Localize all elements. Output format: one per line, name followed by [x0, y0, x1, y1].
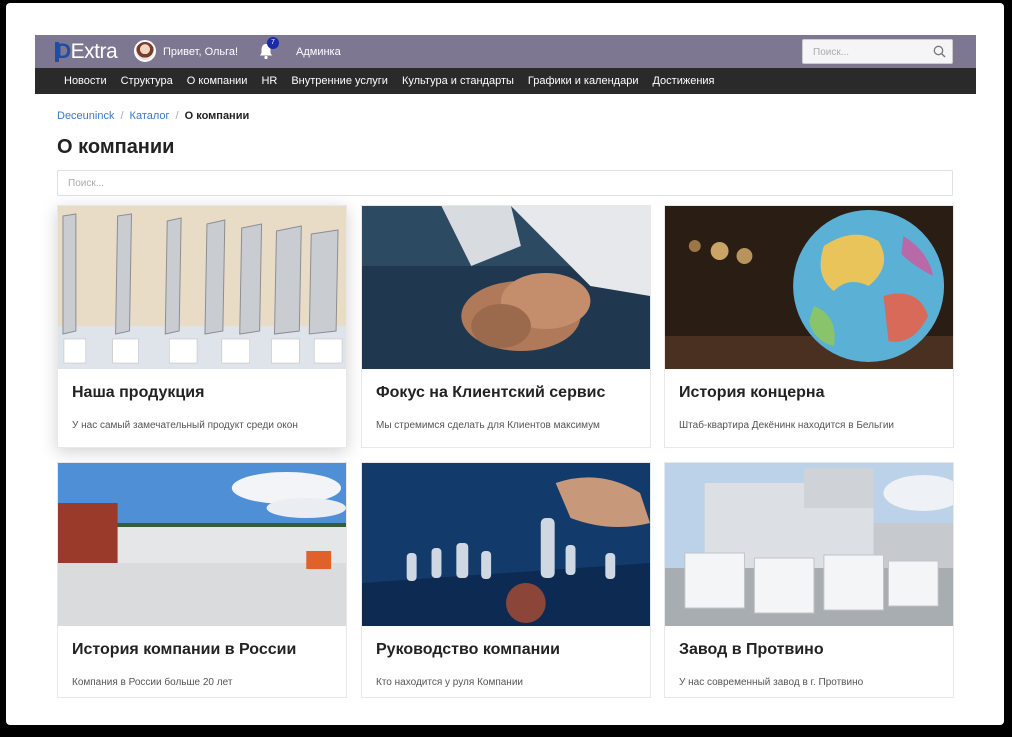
warehouse-image [665, 463, 953, 626]
card-description: У нас современный завод в г. Протвино [679, 677, 864, 688]
browser-frame: DExtra Привет, Ольга! 7 Админка Поиск...… [6, 3, 1004, 725]
catalog-search-input[interactable]: Поиск... [57, 170, 953, 196]
breadcrumb-separator: / [120, 110, 124, 122]
search-icon[interactable] [933, 45, 946, 58]
card-title[interactable]: Наша продукция [72, 384, 204, 402]
card-description: Мы стремимся сделать для Клиентов максим… [376, 420, 600, 431]
breadcrumb-link-deceuninck[interactable]: Deceuninck [57, 110, 114, 122]
user-avatar[interactable] [134, 40, 156, 62]
card-description: Компания в России больше 20 лет [72, 677, 233, 688]
main-nav: Новости Структура О компании HR Внутренн… [35, 68, 976, 94]
nav-item-internal-services[interactable]: Внутренние услуги [291, 68, 388, 94]
card-concern-history[interactable]: История концерна Штаб-квартира Декёнинк … [664, 205, 954, 448]
card-protvino-plant[interactable]: Завод в Протвино У нас современный завод… [664, 462, 954, 698]
window-profiles-image [58, 206, 346, 369]
admin-link[interactable]: Админка [296, 46, 341, 58]
factory-site-image [58, 463, 346, 626]
page-title: О компании [57, 136, 175, 158]
top-bar: DExtra Привет, Ольга! 7 Админка Поиск... [35, 35, 976, 68]
nav-item-about[interactable]: О компании [187, 68, 248, 94]
nav-item-structure[interactable]: Структура [121, 68, 173, 94]
dextra-logo[interactable]: DExtra [56, 40, 118, 64]
breadcrumb-current: О компании [184, 110, 250, 122]
card-description: Штаб-квартира Декёнинк находится в Бельг… [679, 420, 894, 431]
nav-item-news[interactable]: Новости [64, 68, 107, 94]
handshake-image [362, 206, 650, 369]
logo-text: Extra [70, 40, 118, 63]
card-title[interactable]: Завод в Протвино [679, 641, 824, 659]
nav-item-schedules[interactable]: Графики и календари [528, 68, 639, 94]
card-products[interactable]: Наша продукция У нас самый замечательный… [57, 205, 347, 448]
card-management[interactable]: Руководство компании Кто находится у рул… [361, 462, 651, 698]
globe-image [665, 206, 953, 369]
card-title[interactable]: История концерна [679, 384, 825, 402]
logo-letter: D [56, 40, 71, 63]
card-title[interactable]: Фокус на Клиентский сервис [376, 384, 605, 402]
user-greeting[interactable]: Привет, Ольга! [163, 46, 238, 58]
nav-item-achievements[interactable]: Достижения [652, 68, 714, 94]
card-client-service[interactable]: Фокус на Клиентский сервис Мы стремимся … [361, 205, 651, 448]
nav-item-hr[interactable]: HR [261, 68, 277, 94]
breadcrumb-link-catalog[interactable]: Каталог [130, 110, 170, 122]
card-russia-history[interactable]: История компании в России Компания в Рос… [57, 462, 347, 698]
notification-badge: 7 [267, 37, 279, 49]
card-description: Кто находится у руля Компании [376, 677, 523, 688]
chess-image [362, 463, 650, 626]
breadcrumb: Deceuninck / Каталог / О компании [57, 110, 249, 122]
header-search-input[interactable]: Поиск... [802, 39, 953, 64]
nav-item-culture[interactable]: Культура и стандарты [402, 68, 514, 94]
card-description: У нас самый замечательный продукт среди … [72, 420, 298, 431]
card-title[interactable]: История компании в России [72, 641, 296, 659]
card-title[interactable]: Руководство компании [376, 641, 560, 659]
breadcrumb-separator: / [175, 110, 179, 122]
